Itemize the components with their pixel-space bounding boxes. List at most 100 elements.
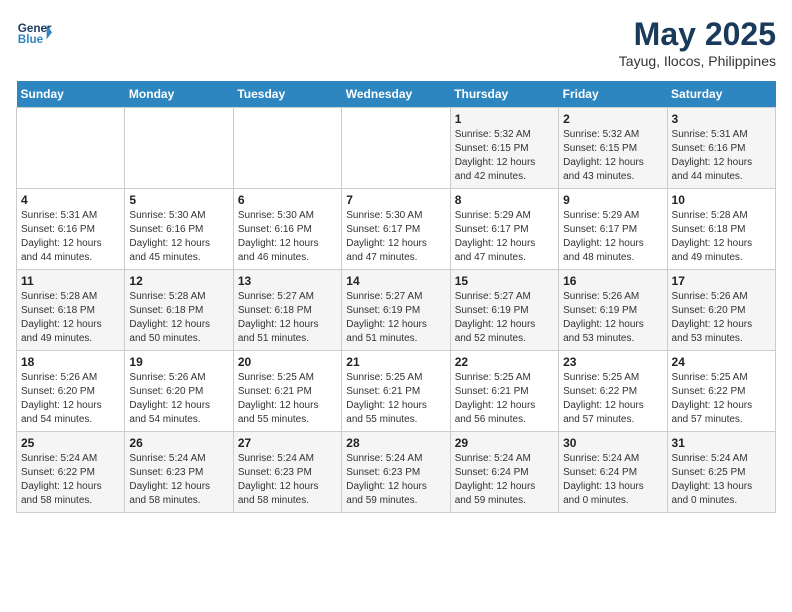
- svg-text:Blue: Blue: [18, 33, 44, 46]
- day-info: Sunrise: 5:24 AMSunset: 6:23 PMDaylight:…: [238, 452, 337, 508]
- calendar-day-cell: 8Sunrise: 5:29 AMSunset: 6:17 PMDaylight…: [450, 189, 558, 270]
- day-info: Sunrise: 5:25 AMSunset: 6:21 PMDaylight:…: [455, 371, 554, 427]
- calendar-week-row: 4 Sunrise: 5:31 AMSunset: 6:16 PMDaylight…: [17, 189, 776, 270]
- calendar-day-cell: 10 Sunrise: 5:28 AMSunset: 6:18 PMDayligh…: [667, 189, 775, 270]
- day-info: Sunrise: 5:26 AMSunset: 6:20 PMDaylight:…: [21, 371, 120, 427]
- day-number: 15: [455, 274, 554, 288]
- day-info: Sunrise: 5:24 AMSunset: 6:24 PMDaylight:…: [455, 452, 554, 508]
- calendar-day-cell: 14Sunrise: 5:27 AMSunset: 6:19 PMDayligh…: [342, 270, 450, 351]
- day-info: Sunrise: 5:24 AMSunset: 6:23 PMDaylight:…: [129, 452, 228, 508]
- day-number: 2: [563, 112, 662, 126]
- day-number: 17: [672, 274, 771, 288]
- day-number: 20: [238, 355, 337, 369]
- day-number: 22: [455, 355, 554, 369]
- title-block: May 2025 Tayug, Ilocos, Philippines: [619, 16, 776, 69]
- day-info: Sunrise: 5:31 AMSunset: 6:16 PMDaylight:…: [21, 209, 120, 265]
- day-info: Sunrise: 5:24 AMSunset: 6:23 PMDaylight:…: [346, 452, 445, 508]
- logo: General Blue General Blue: [16, 16, 52, 52]
- day-number: 30: [563, 436, 662, 450]
- day-number: 18: [21, 355, 120, 369]
- calendar-day-cell: [17, 108, 125, 189]
- day-info: Sunrise: 5:25 AMSunset: 6:22 PMDaylight:…: [672, 371, 771, 427]
- day-number: 3: [672, 112, 771, 126]
- logo-icon: General Blue: [16, 16, 52, 52]
- day-info: Sunrise: 5:29 AMSunset: 6:17 PMDaylight:…: [563, 209, 662, 265]
- calendar-subtitle: Tayug, Ilocos, Philippines: [619, 53, 776, 69]
- calendar-week-row: 25Sunrise: 5:24 AMSunset: 6:22 PMDayligh…: [17, 432, 776, 513]
- calendar-day-cell: 11 Sunrise: 5:28 AMSunset: 6:18 PMDayligh…: [17, 270, 125, 351]
- day-info: Sunrise: 5:31 AMSunset: 6:16 PMDaylight:…: [672, 128, 771, 184]
- day-number: 12: [129, 274, 228, 288]
- calendar-day-header: Tuesday: [233, 81, 341, 108]
- day-number: 21: [346, 355, 445, 369]
- calendar-day-cell: 31 Sunrise: 5:24 AMSunset: 6:25 PMDayligh…: [667, 432, 775, 513]
- day-number: 11: [21, 274, 120, 288]
- calendar-day-cell: 29 Sunrise: 5:24 AMSunset: 6:24 PMDayligh…: [450, 432, 558, 513]
- calendar-day-header: Friday: [559, 81, 667, 108]
- day-info: Sunrise: 5:26 AMSunset: 6:19 PMDaylight:…: [563, 290, 662, 346]
- day-number: 6: [238, 193, 337, 207]
- calendar-day-cell: 30 Sunrise: 5:24 AMSunset: 6:24 PMDayligh…: [559, 432, 667, 513]
- calendar-day-cell: 16 Sunrise: 5:26 AMSunset: 6:19 PMDayligh…: [559, 270, 667, 351]
- calendar-day-cell: 7Sunrise: 5:30 AMSunset: 6:17 PMDaylight…: [342, 189, 450, 270]
- calendar-title: May 2025: [619, 16, 776, 53]
- day-number: 27: [238, 436, 337, 450]
- day-info: Sunrise: 5:28 AMSunset: 6:18 PMDaylight:…: [672, 209, 771, 265]
- day-info: Sunrise: 5:27 AMSunset: 6:19 PMDaylight:…: [346, 290, 445, 346]
- calendar-day-cell: 28Sunrise: 5:24 AMSunset: 6:23 PMDayligh…: [342, 432, 450, 513]
- day-info: Sunrise: 5:26 AMSunset: 6:20 PMDaylight:…: [129, 371, 228, 427]
- day-info: Sunrise: 5:32 AMSunset: 6:15 PMDaylight:…: [455, 128, 554, 184]
- calendar-day-cell: 23Sunrise: 5:25 AMSunset: 6:22 PMDayligh…: [559, 351, 667, 432]
- calendar-day-cell: 15 Sunrise: 5:27 AMSunset: 6:19 PMDayligh…: [450, 270, 558, 351]
- calendar-day-cell: 3 Sunrise: 5:31 AMSunset: 6:16 PMDaylight…: [667, 108, 775, 189]
- day-info: Sunrise: 5:32 AMSunset: 6:15 PMDaylight:…: [563, 128, 662, 184]
- calendar-day-header: Thursday: [450, 81, 558, 108]
- calendar-day-cell: 4 Sunrise: 5:31 AMSunset: 6:16 PMDaylight…: [17, 189, 125, 270]
- calendar-day-cell: 26 Sunrise: 5:24 AMSunset: 6:23 PMDayligh…: [125, 432, 233, 513]
- calendar-week-row: 11 Sunrise: 5:28 AMSunset: 6:18 PMDayligh…: [17, 270, 776, 351]
- calendar-week-row: 1 Sunrise: 5:32 AMSunset: 6:15 PMDaylight…: [17, 108, 776, 189]
- calendar-day-cell: 20 Sunrise: 5:25 AMSunset: 6:21 PMDayligh…: [233, 351, 341, 432]
- day-info: Sunrise: 5:28 AMSunset: 6:18 PMDaylight:…: [21, 290, 120, 346]
- calendar-day-cell: 12Sunrise: 5:28 AMSunset: 6:18 PMDayligh…: [125, 270, 233, 351]
- calendar-day-header: Saturday: [667, 81, 775, 108]
- calendar-day-cell: 24 Sunrise: 5:25 AMSunset: 6:22 PMDayligh…: [667, 351, 775, 432]
- day-number: 4: [21, 193, 120, 207]
- day-number: 26: [129, 436, 228, 450]
- calendar-day-cell: [342, 108, 450, 189]
- calendar-day-cell: 17Sunrise: 5:26 AMSunset: 6:20 PMDayligh…: [667, 270, 775, 351]
- calendar-week-row: 18 Sunrise: 5:26 AMSunset: 6:20 PMDayligh…: [17, 351, 776, 432]
- day-info: Sunrise: 5:25 AMSunset: 6:22 PMDaylight:…: [563, 371, 662, 427]
- day-number: 8: [455, 193, 554, 207]
- calendar-day-cell: 25Sunrise: 5:24 AMSunset: 6:22 PMDayligh…: [17, 432, 125, 513]
- calendar-day-cell: [125, 108, 233, 189]
- day-info: Sunrise: 5:27 AMSunset: 6:19 PMDaylight:…: [455, 290, 554, 346]
- calendar-day-cell: 27 Sunrise: 5:24 AMSunset: 6:23 PMDayligh…: [233, 432, 341, 513]
- day-info: Sunrise: 5:30 AMSunset: 6:16 PMDaylight:…: [238, 209, 337, 265]
- calendar-day-cell: 22 Sunrise: 5:25 AMSunset: 6:21 PMDayligh…: [450, 351, 558, 432]
- day-info: Sunrise: 5:24 AMSunset: 6:24 PMDaylight:…: [563, 452, 662, 508]
- calendar-day-cell: 18 Sunrise: 5:26 AMSunset: 6:20 PMDayligh…: [17, 351, 125, 432]
- calendar-day-cell: 13 Sunrise: 5:27 AMSunset: 6:18 PMDayligh…: [233, 270, 341, 351]
- day-number: 1: [455, 112, 554, 126]
- day-number: 16: [563, 274, 662, 288]
- day-info: Sunrise: 5:27 AMSunset: 6:18 PMDaylight:…: [238, 290, 337, 346]
- day-number: 29: [455, 436, 554, 450]
- day-number: 13: [238, 274, 337, 288]
- day-info: Sunrise: 5:24 AMSunset: 6:22 PMDaylight:…: [21, 452, 120, 508]
- calendar-day-header: Wednesday: [342, 81, 450, 108]
- day-number: 19: [129, 355, 228, 369]
- calendar-day-header: Sunday: [17, 81, 125, 108]
- calendar-day-cell: 2 Sunrise: 5:32 AMSunset: 6:15 PMDaylight…: [559, 108, 667, 189]
- day-info: Sunrise: 5:24 AMSunset: 6:25 PMDaylight:…: [672, 452, 771, 508]
- day-number: 24: [672, 355, 771, 369]
- calendar-day-cell: [233, 108, 341, 189]
- day-number: 5: [129, 193, 228, 207]
- calendar-day-cell: 1 Sunrise: 5:32 AMSunset: 6:15 PMDaylight…: [450, 108, 558, 189]
- calendar-table: SundayMondayTuesdayWednesdayThursdayFrid…: [16, 81, 776, 513]
- page-header: General Blue General Blue May 2025 Tayug…: [16, 16, 776, 69]
- day-info: Sunrise: 5:30 AMSunset: 6:16 PMDaylight:…: [129, 209, 228, 265]
- day-info: Sunrise: 5:25 AMSunset: 6:21 PMDaylight:…: [238, 371, 337, 427]
- day-number: 31: [672, 436, 771, 450]
- day-number: 10: [672, 193, 771, 207]
